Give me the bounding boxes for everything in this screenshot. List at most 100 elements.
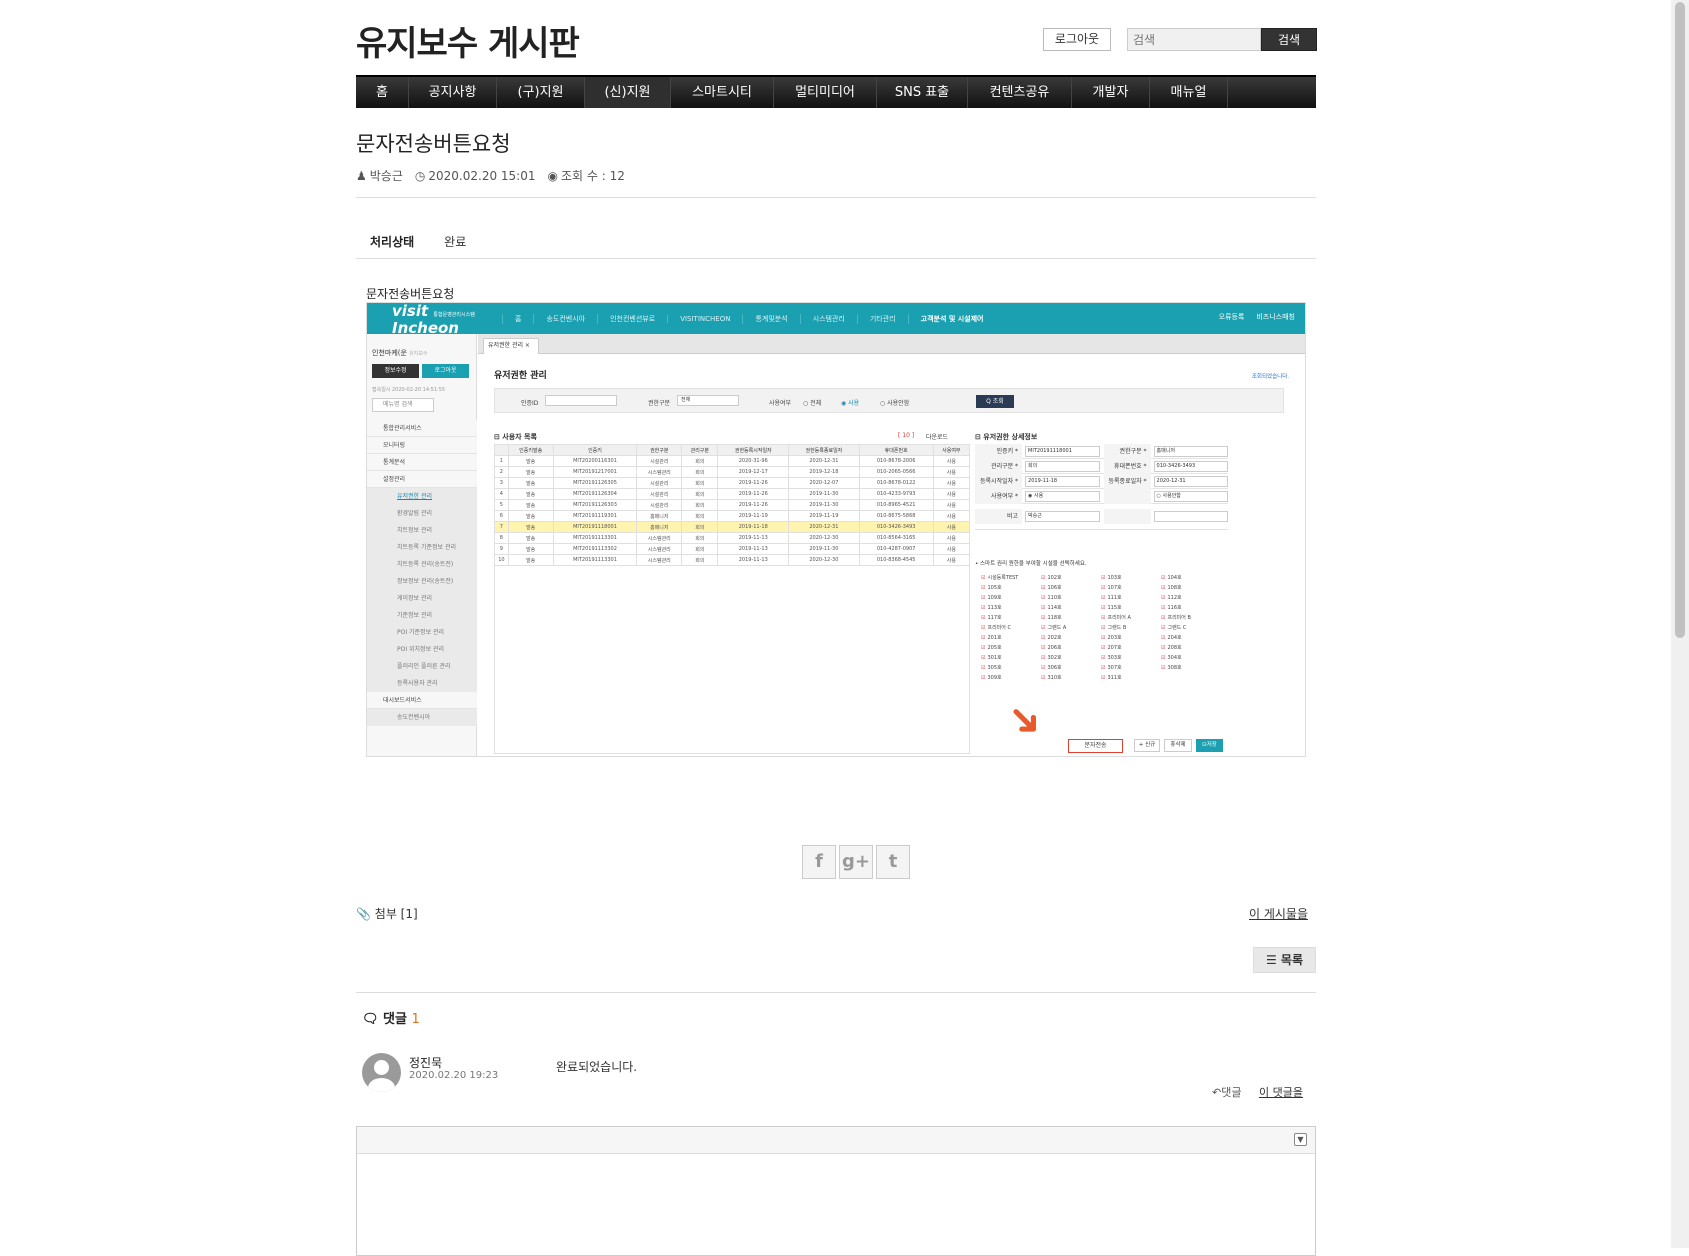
nav-item-sns[interactable]: SNS 표출 <box>877 77 968 108</box>
list-button[interactable]: ☰ 목록 <box>1253 947 1316 973</box>
table-cell: 010-8675-5868 <box>858 510 934 522</box>
ss-delete-button: 휴삭제 <box>1164 739 1192 752</box>
table-cell: 발송 <box>507 455 554 467</box>
ss-checkbox: 205호 <box>981 644 1041 651</box>
ss-checkbox: 107호 <box>1101 584 1161 591</box>
nav-item-old-support[interactable]: (구)지원 <box>497 77 585 108</box>
arrow-icon: ➜ <box>996 689 1056 750</box>
this-comment-link[interactable]: 이 댓글을 <box>1259 1084 1303 1100</box>
search-button[interactable]: 검색 <box>1261 28 1317 51</box>
nav-item-manual[interactable]: 매뉴얼 <box>1150 77 1228 108</box>
nav-item-home[interactable]: 홈 <box>356 77 409 108</box>
scrollbar-thumb[interactable] <box>1675 2 1685 638</box>
table-cell: 회의 <box>681 488 719 500</box>
table-cell: 사용 <box>932 543 971 555</box>
ss-checkbox: 307호 <box>1101 664 1161 671</box>
ss-checkbox: 102호 <box>1041 574 1101 581</box>
this-post-link[interactable]: 이 게시물을 <box>1249 905 1308 922</box>
table-cell: MIT20191126303 <box>552 499 638 511</box>
nav-item-new-support[interactable]: (신)지원 <box>585 77 671 108</box>
table-cell: 2019-11-18 <box>717 521 790 533</box>
table-cell: 발송 <box>507 499 554 511</box>
ss-checkbox: 104호 <box>1161 574 1221 581</box>
ss-logout-button: 로그아웃 <box>422 364 469 378</box>
ss-checkbox: 207호 <box>1101 644 1161 651</box>
table-cell: 2019-11-30 <box>788 499 860 511</box>
logout-button[interactable]: 로그아웃 <box>1043 28 1111 51</box>
table-cell: 2019-11-26 <box>717 499 790 511</box>
page-scrollbar[interactable] <box>1671 0 1689 1248</box>
ss-checkbox: 그랜드 A <box>1041 624 1101 631</box>
nav-item-multimedia[interactable]: 멀티미디어 <box>774 77 877 108</box>
post-title: 문자전송버튼요청 <box>356 132 511 156</box>
table-cell: 홈매니저 <box>636 521 683 533</box>
nav-item-notice[interactable]: 공지사항 <box>409 77 497 108</box>
comment-reply-button[interactable]: ↶댓글 <box>1212 1084 1241 1100</box>
google-plus-icon[interactable]: g+ <box>839 845 873 879</box>
ss-checkbox: 113호 <box>981 604 1041 611</box>
search-input[interactable] <box>1127 28 1261 51</box>
table-cell: MIT20191217001 <box>552 466 638 478</box>
table-cell: 2019-11-26 <box>717 477 790 489</box>
post-date: 2020.02.20 15:01 <box>428 168 536 183</box>
table-cell: 홈매니저 <box>636 510 683 522</box>
nav-item-smartcity[interactable]: 스마트시티 <box>671 77 774 108</box>
table-row: 9 발송 MIT20191113302 시스템관리 회의 2019-11-13 2019-1… <box>494 543 971 555</box>
table-cell: 회의 <box>681 499 719 511</box>
chevron-down-icon[interactable]: ▼ <box>1294 1133 1307 1146</box>
status-value: 완료 <box>444 235 467 249</box>
ss-list-count: [ 10 ] <box>898 432 915 439</box>
table-cell: 6 <box>494 510 509 522</box>
ss-detail-title: ⊟ 유저권한 상세정보 <box>975 433 1038 441</box>
ss-new-button: + 신규 <box>1134 739 1160 752</box>
table-cell: 010-8965-4521 <box>858 499 934 511</box>
table-cell: 4 <box>494 488 509 500</box>
table-cell: 시설관리 <box>636 499 683 511</box>
ss-checkbox: 103호 <box>1101 574 1161 581</box>
ss-tab: 유저권한 관리 × <box>483 338 539 354</box>
user-icon: ♟ <box>356 168 367 183</box>
comment-editor[interactable]: ▼ <box>356 1126 1316 1256</box>
post-views: 조회 수 : 12 <box>560 169 625 183</box>
table-cell: 사용 <box>932 510 971 522</box>
ss-detail-row: 인증키 * MIT20191118001 권한구분 * 홈매니저 <box>975 443 1228 459</box>
nav-item-developer[interactable]: 개발자 <box>1072 77 1150 108</box>
site-title[interactable]: 유지보수 게시판 <box>356 16 580 65</box>
table-cell: 회의 <box>681 532 719 544</box>
table-cell: 사용 <box>932 477 971 489</box>
ss-checkbox: 110호 <box>1041 594 1101 601</box>
twitter-icon[interactable]: t <box>876 845 910 879</box>
ss-checkbox: 115호 <box>1101 604 1161 611</box>
facebook-icon[interactable]: f <box>802 845 836 879</box>
table-cell: 2019-11-30 <box>788 543 860 555</box>
share-buttons: f g+ t <box>802 845 910 879</box>
ss-checkbox: 309호 <box>981 674 1041 681</box>
ss-checkbox: 114호 <box>1041 604 1101 611</box>
ss-type-select: 전체 <box>677 395 739 406</box>
table-cell: 회의 <box>681 510 719 522</box>
ss-menu-item: 통합관리서비스 <box>367 420 477 437</box>
table-cell: MIT20200116301 <box>552 455 638 467</box>
table-cell: 발송 <box>507 543 554 555</box>
ss-detail-row: 사용여부 * ◉ 사용 ○ 사용안함 <box>975 488 1228 504</box>
table-cell: 010-2065-0566 <box>858 466 934 478</box>
ss-detail-row: 비고 박승근 <box>975 504 1228 530</box>
ss-checkbox: 303호 <box>1101 654 1161 661</box>
ss-submenu-item: 정보정보 관리(송트전) <box>367 573 477 590</box>
nav-item-contents[interactable]: 컨텐츠공유 <box>968 77 1072 108</box>
attachment-toggle[interactable]: 📎 첨부 [1] <box>356 905 418 922</box>
table-cell: 사용 <box>932 455 971 467</box>
ss-checkbox: 105호 <box>981 584 1041 591</box>
table-cell: 시스템관리 <box>636 543 683 555</box>
clock-icon: ◷ <box>414 168 426 183</box>
ss-main: 유저권한 관리 × 유저권한 관리 조회되었습니다. 인증ID 권한구분 전체 … <box>478 334 1305 756</box>
table-cell: 8 <box>494 532 509 544</box>
ss-col-header <box>494 444 509 456</box>
table-row: 5 발송 MIT20191126303 시설관리 회의 2019-11-26 2019-11… <box>494 499 971 511</box>
comment-author: 정진묵 <box>409 1056 443 1070</box>
ss-checkbox: 117호 <box>981 614 1041 621</box>
table-cell: 5 <box>494 499 509 511</box>
ss-status-msg: 조회되었습니다. <box>1251 374 1289 380</box>
table-cell: 시스템관리 <box>636 532 683 544</box>
ss-submenu-item: 치트등록 관리(송트전) <box>367 556 477 573</box>
